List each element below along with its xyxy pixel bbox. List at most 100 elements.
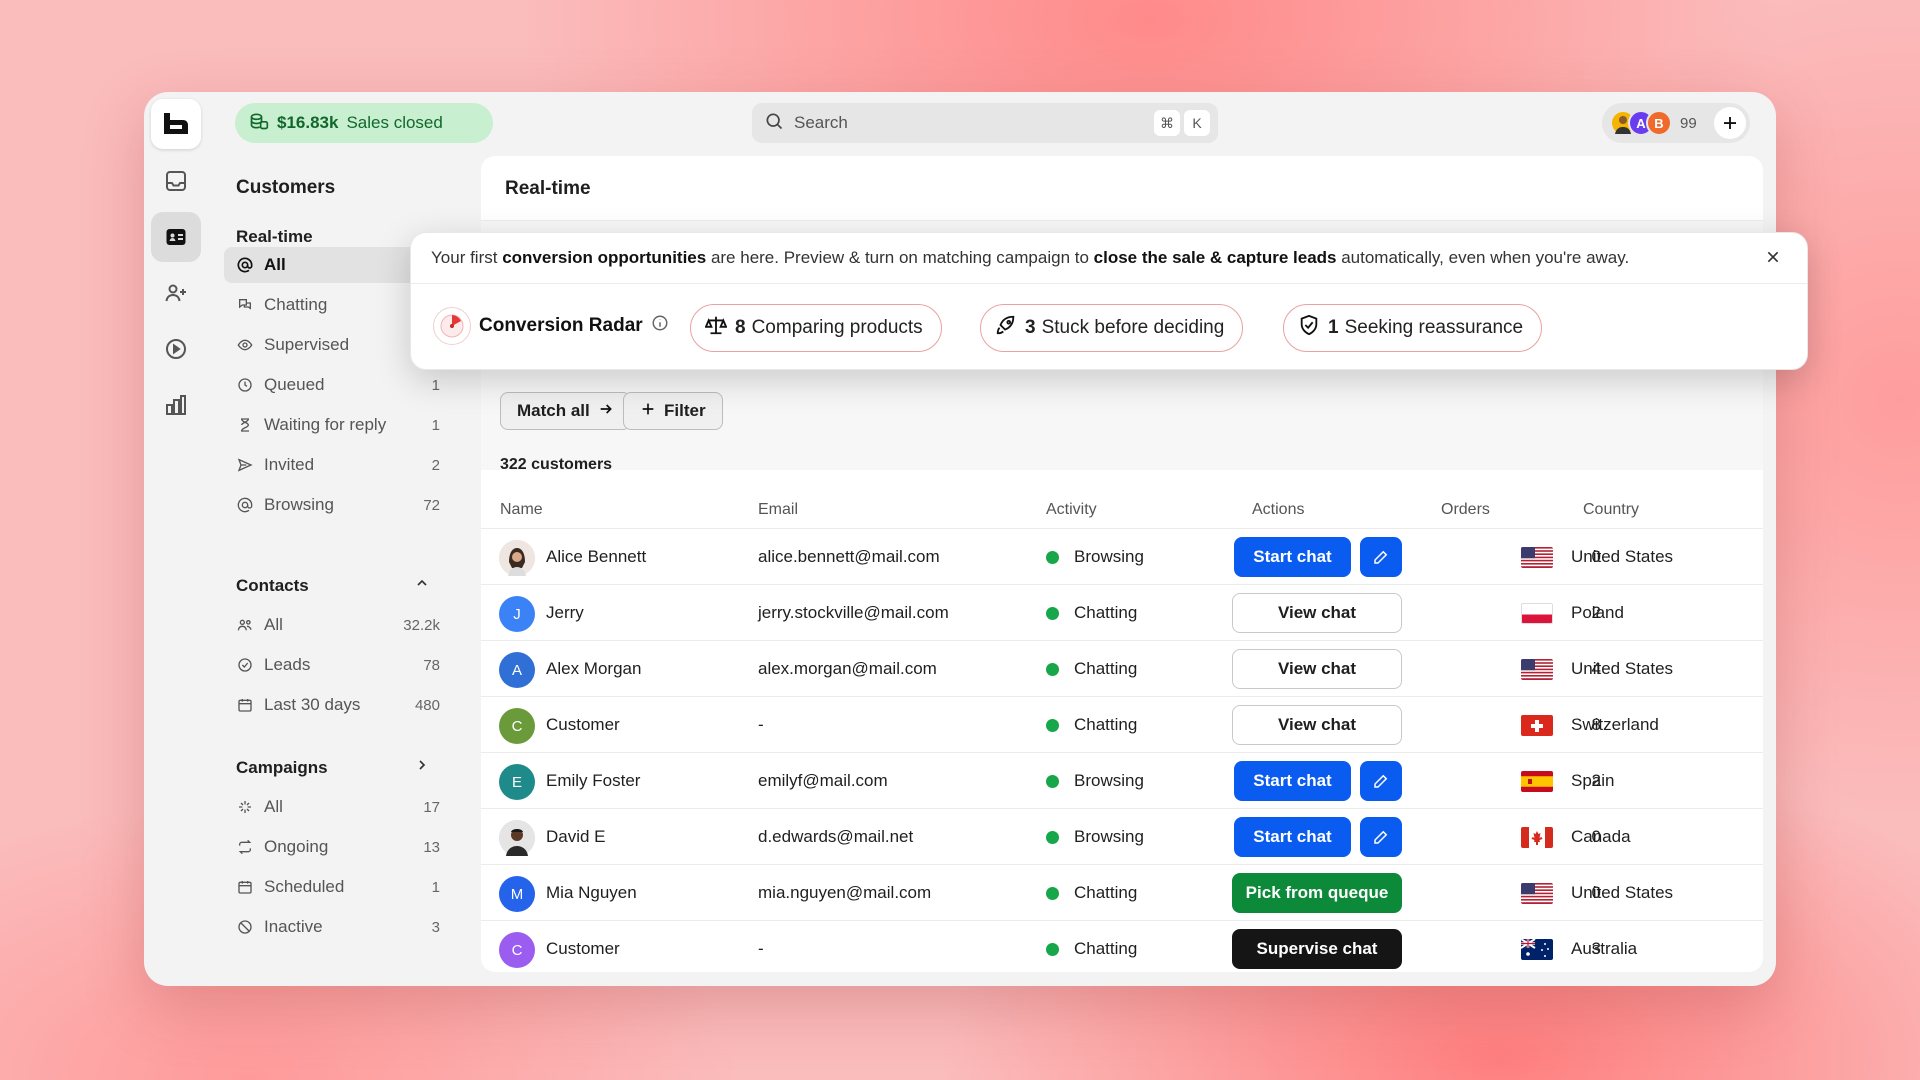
comparing-products-pill[interactable]: 8 Comparing products bbox=[690, 304, 942, 352]
eye-icon bbox=[236, 336, 254, 354]
customer-name[interactable]: David E bbox=[546, 827, 606, 847]
australia-flag-icon bbox=[1521, 939, 1553, 960]
edit-icon[interactable] bbox=[1360, 761, 1402, 801]
customer-name[interactable]: Alice Bennett bbox=[546, 547, 646, 567]
edit-icon[interactable] bbox=[1360, 537, 1402, 577]
col-activity[interactable]: Activity bbox=[1046, 501, 1097, 519]
pick-from-queue-button[interactable]: Pick from queque bbox=[1232, 873, 1402, 913]
customer-email: - bbox=[758, 939, 764, 958]
customer-name[interactable]: Customer bbox=[546, 939, 620, 959]
sidebar-item-campaigns-all[interactable]: All 17 bbox=[224, 789, 454, 825]
sidebar-item-browsing[interactable]: Browsing 72 bbox=[224, 487, 454, 523]
add-icon[interactable] bbox=[1714, 107, 1746, 139]
avatar bbox=[499, 820, 535, 856]
nav-rail bbox=[144, 92, 208, 986]
info-icon[interactable] bbox=[651, 314, 669, 338]
table-row[interactable]: M Mia Nguyen mia.nguyen@mail.com Chattin… bbox=[481, 864, 1763, 920]
sidebar-title: Customers bbox=[236, 177, 336, 198]
play-icon[interactable] bbox=[151, 324, 201, 374]
customer-name[interactable]: Mia Nguyen bbox=[546, 883, 637, 903]
edit-icon[interactable] bbox=[1360, 817, 1402, 857]
customer-name[interactable]: Emily Foster bbox=[546, 771, 640, 791]
customer-count: 322 customers bbox=[500, 456, 613, 473]
status-dot bbox=[1046, 551, 1059, 564]
table-row[interactable]: C Customer - Chatting Supervise chat 3 A… bbox=[481, 920, 1763, 972]
country-name: Poland bbox=[1571, 603, 1624, 622]
spain-flag-icon bbox=[1521, 771, 1553, 792]
view-chat-button[interactable]: View chat bbox=[1232, 705, 1402, 745]
sidebar-item-last-30-days[interactable]: Last 30 days 480 bbox=[224, 687, 454, 723]
col-email[interactable]: Email bbox=[758, 501, 798, 519]
country-name: United States bbox=[1571, 659, 1674, 678]
customers-icon[interactable] bbox=[151, 212, 201, 262]
app-logo[interactable] bbox=[151, 99, 201, 149]
col-orders[interactable]: Orders bbox=[1441, 501, 1490, 519]
table-row[interactable]: David E d.edwards@mail.net Browsing Star… bbox=[481, 808, 1763, 864]
sidebar-item-ongoing[interactable]: Ongoing 13 bbox=[224, 829, 454, 865]
filter-button[interactable]: Filter bbox=[623, 392, 723, 430]
contacts-header[interactable]: Contacts bbox=[236, 576, 430, 596]
start-chat-button[interactable]: Start chat bbox=[1234, 761, 1351, 801]
col-name[interactable]: Name bbox=[500, 501, 543, 519]
status-dot bbox=[1046, 887, 1059, 900]
view-chat-button[interactable]: View chat bbox=[1232, 593, 1402, 633]
table-row[interactable]: E Emily Foster emilyf@mail.com Browsing … bbox=[481, 752, 1763, 808]
sidebar-item-invited[interactable]: Invited 2 bbox=[224, 447, 454, 483]
avatar: C bbox=[499, 932, 535, 968]
app-window: $16.83k Sales closed Search ⌘ K A B 99 C… bbox=[144, 92, 1776, 986]
table-row[interactable]: Alice Bennett alice.bennett@mail.com Bro… bbox=[481, 528, 1763, 584]
close-icon[interactable] bbox=[1761, 245, 1785, 269]
team-avatars[interactable]: A B 99 bbox=[1602, 103, 1750, 143]
sidebar-item-scheduled[interactable]: Scheduled 1 bbox=[224, 869, 454, 905]
sparkle-icon bbox=[236, 798, 254, 816]
shield-check-icon bbox=[1298, 314, 1320, 342]
supervise-chat-button[interactable]: Supervise chat bbox=[1232, 929, 1402, 969]
check-circle-icon bbox=[236, 656, 254, 674]
activity-status: Browsing bbox=[1074, 827, 1144, 846]
view-chat-button[interactable]: View chat bbox=[1232, 649, 1402, 689]
sidebar-item-inactive[interactable]: Inactive 3 bbox=[224, 909, 454, 945]
inbox-icon[interactable] bbox=[151, 156, 201, 206]
chevron-right-icon[interactable] bbox=[414, 757, 430, 778]
start-chat-button[interactable]: Start chat bbox=[1234, 537, 1351, 577]
customer-email: - bbox=[758, 715, 764, 734]
avatar: A bbox=[499, 652, 535, 688]
add-user-icon[interactable] bbox=[151, 268, 201, 318]
search-input[interactable]: Search ⌘ K bbox=[752, 103, 1218, 143]
sales-amount: $16.83k bbox=[277, 113, 339, 132]
avatar bbox=[499, 540, 535, 576]
status-dot bbox=[1046, 607, 1059, 620]
sidebar-item-contacts-all[interactable]: All 32.2k bbox=[224, 607, 454, 643]
sidebar-item-waiting[interactable]: Waiting for reply 1 bbox=[224, 407, 454, 443]
table-row[interactable]: C Customer - Chatting View chat 8 Switze… bbox=[481, 696, 1763, 752]
customer-email: emilyf@mail.com bbox=[758, 771, 888, 790]
customer-name[interactable]: Alex Morgan bbox=[546, 659, 641, 679]
sidebar-item-leads[interactable]: Leads 78 bbox=[224, 647, 454, 683]
calendar-icon bbox=[236, 878, 254, 896]
customer-name[interactable]: Jerry bbox=[546, 603, 584, 623]
campaigns-header[interactable]: Campaigns bbox=[236, 758, 430, 778]
customer-name[interactable]: Customer bbox=[546, 715, 620, 735]
activity-status: Browsing bbox=[1074, 547, 1144, 566]
realtime-header[interactable]: Real-time bbox=[236, 227, 313, 247]
table-row[interactable]: A Alex Morgan alex.morgan@mail.com Chatt… bbox=[481, 640, 1763, 696]
at-icon bbox=[236, 256, 254, 274]
arrow-right-icon bbox=[598, 401, 614, 422]
table-row[interactable]: J Jerry jerry.stockville@mail.com Chatti… bbox=[481, 584, 1763, 640]
radar-icon bbox=[433, 307, 471, 345]
online-count: 99 bbox=[1680, 114, 1697, 132]
customer-email: alice.bennett@mail.com bbox=[758, 547, 940, 566]
chevron-up-icon[interactable] bbox=[414, 575, 430, 596]
sales-closed-badge[interactable]: $16.83k Sales closed bbox=[235, 103, 493, 143]
stuck-before-deciding-pill[interactable]: 3 Stuck before deciding bbox=[980, 304, 1244, 352]
popup-message: Your first conversion opportunities are … bbox=[431, 248, 1630, 267]
repeat-icon bbox=[236, 838, 254, 856]
reports-icon[interactable] bbox=[151, 380, 201, 430]
send-icon bbox=[236, 456, 254, 474]
col-actions: Actions bbox=[1252, 501, 1305, 518]
sidebar-item-queued[interactable]: Queued 1 bbox=[224, 367, 454, 403]
start-chat-button[interactable]: Start chat bbox=[1234, 817, 1351, 857]
seeking-reassurance-pill[interactable]: 1 Seeking reassurance bbox=[1283, 304, 1543, 352]
match-all-button[interactable]: Match all bbox=[500, 392, 631, 430]
col-country[interactable]: Country bbox=[1583, 501, 1639, 519]
